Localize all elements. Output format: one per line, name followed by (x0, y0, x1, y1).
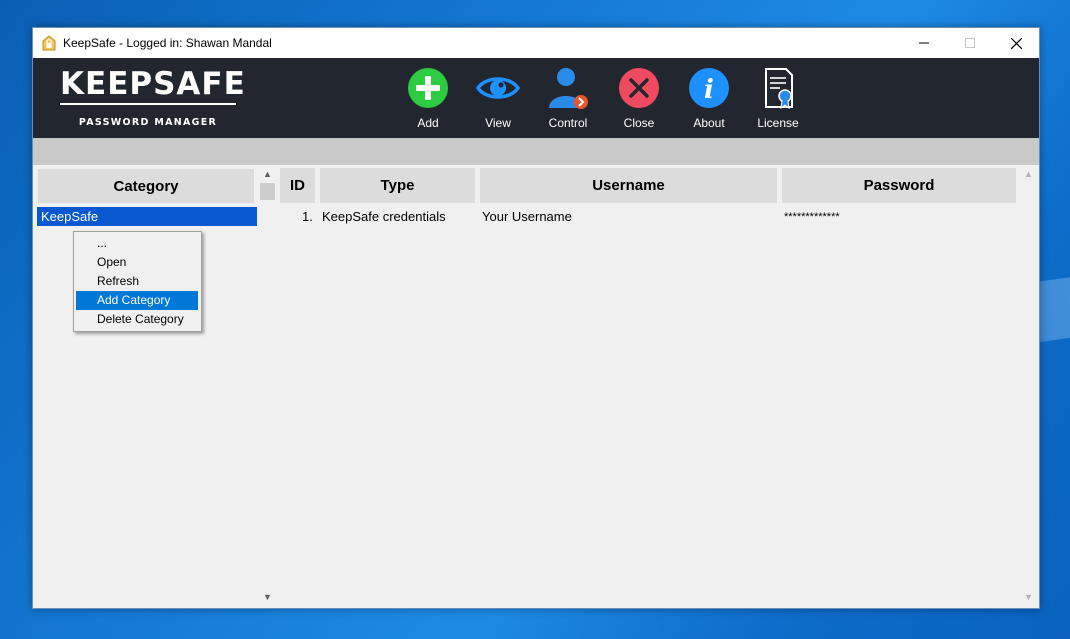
column-header-password[interactable]: Password (782, 168, 1016, 203)
close-icon (1010, 37, 1022, 49)
category-scrollbar[interactable]: ▲ ▼ (259, 165, 276, 606)
category-item-keepsafe[interactable]: KeepSafe (37, 207, 257, 226)
scroll-down-arrow-icon[interactable]: ▼ (259, 590, 276, 604)
control-label: Control (548, 116, 588, 130)
minimize-icon (919, 42, 929, 44)
credentials-grid: ID Type Username Password 1. KeepSafe cr… (277, 165, 1020, 606)
context-menu-item-delete-category[interactable]: Delete Category (76, 310, 198, 329)
window-title: KeepSafe - Logged in: Shawan Mandal (63, 36, 272, 50)
about-label: About (693, 116, 725, 130)
grid-scroll-down-arrow-icon[interactable]: ▼ (1020, 590, 1037, 604)
scroll-up-arrow-icon[interactable]: ▲ (259, 167, 276, 181)
close-button[interactable]: Close (606, 66, 672, 134)
context-menu-item-refresh[interactable]: Refresh (76, 272, 198, 291)
context-menu-item-open[interactable]: Open (76, 253, 198, 272)
close-window-button[interactable] (993, 28, 1039, 58)
logo-wordmark: KEEPSAFE (60, 66, 246, 102)
license-label: License (757, 116, 799, 130)
cell-id: 1. (302, 209, 313, 224)
close-label: Close (623, 116, 655, 130)
title-bar[interactable]: KeepSafe - Logged in: Shawan Mandal (33, 28, 1039, 58)
cell-username: Your Username (482, 209, 572, 224)
app-window: KeepSafe - Logged in: Shawan Mandal KEEP… (32, 27, 1040, 609)
logo-divider (60, 103, 236, 105)
add-label: Add (417, 116, 439, 130)
column-header-id[interactable]: ID (280, 168, 315, 203)
maximize-button[interactable] (947, 28, 993, 58)
category-header[interactable]: Category (38, 169, 254, 203)
license-button[interactable]: License (745, 66, 811, 134)
toolbar-separator-strip (33, 138, 1039, 165)
x-icon (619, 68, 659, 108)
context-menu-item-add-category[interactable]: Add Category (76, 291, 198, 310)
eye-icon (476, 77, 520, 99)
context-menu-item-ellipsis[interactable]: ... (76, 234, 198, 253)
maximize-icon (965, 38, 975, 48)
info-icon: i (689, 68, 729, 108)
view-label: View (485, 116, 511, 130)
keepsafe-logo: KEEPSAFE PASSWORD MANAGER (60, 66, 246, 128)
minimize-button[interactable] (901, 28, 947, 58)
toolbar: KEEPSAFE PASSWORD MANAGER Add View Contr… (33, 58, 1039, 138)
user-settings-icon (549, 68, 588, 109)
app-lock-icon (42, 35, 56, 51)
about-button[interactable]: i About (676, 66, 742, 134)
column-header-type[interactable]: Type (320, 168, 475, 203)
plus-icon (408, 68, 448, 108)
view-button[interactable]: View (465, 66, 531, 134)
control-button[interactable]: Control (535, 66, 601, 134)
scrollbar-thumb[interactable] (260, 183, 275, 200)
certificate-icon (765, 68, 793, 110)
add-button[interactable]: Add (395, 66, 461, 134)
column-header-username[interactable]: Username (480, 168, 777, 203)
grid-scrollbar[interactable]: ▲ ▼ (1020, 165, 1037, 606)
cell-password: ************* (784, 211, 840, 223)
context-menu: ... Open Refresh Add Category Delete Cat… (73, 231, 202, 332)
svg-text:i: i (704, 75, 714, 105)
cell-type: KeepSafe credentials (322, 209, 446, 224)
grid-scroll-up-arrow-icon[interactable]: ▲ (1020, 167, 1037, 181)
logo-tagline: PASSWORD MANAGER (78, 117, 218, 128)
